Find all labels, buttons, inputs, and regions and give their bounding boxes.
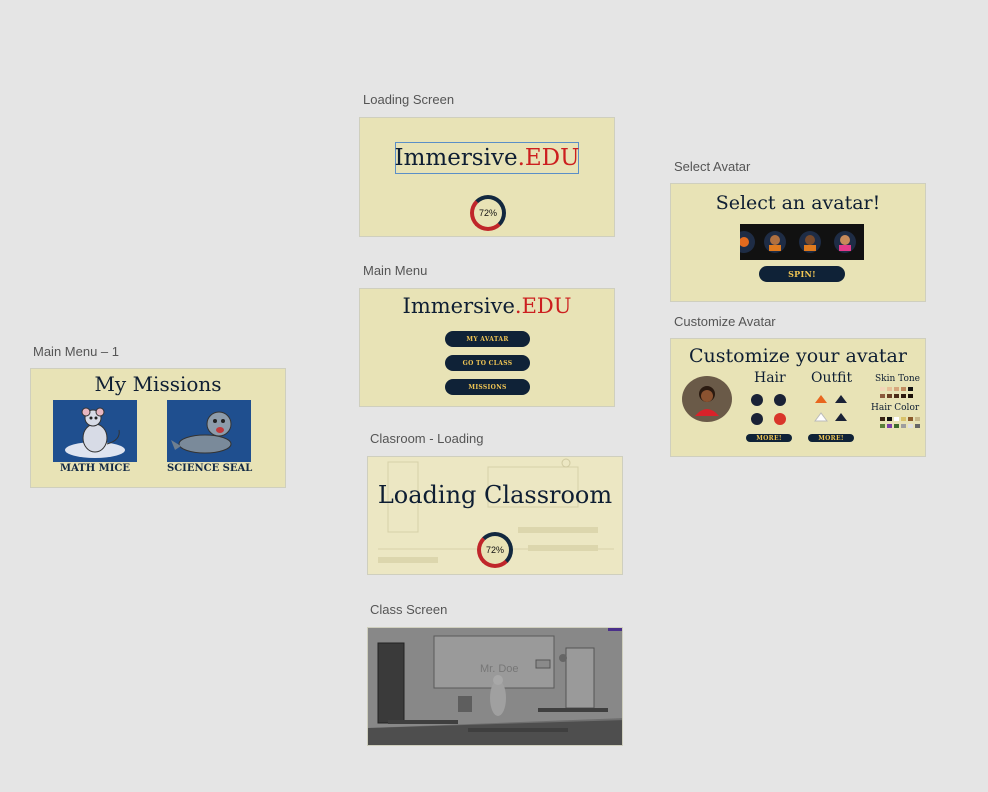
hair-color-swatch[interactable]	[894, 417, 899, 421]
artboard-class-screen[interactable]: Mr. Doe	[367, 627, 623, 746]
outfit-label: Outfit	[811, 370, 853, 386]
avatar-preview-icon	[695, 386, 719, 416]
artboard-label-classroom-loading: Clasroom - Loading	[370, 431, 484, 446]
my-avatar-button[interactable]: MY AVATAR	[445, 331, 530, 347]
hair-color-swatch[interactable]	[908, 424, 913, 428]
page-title: My Missions	[94, 372, 222, 396]
spin-button[interactable]: SPIN!	[759, 266, 845, 282]
hair-more-button[interactable]: MORE!	[746, 434, 792, 442]
artboard-label-main-menu-1: Main Menu – 1	[33, 344, 119, 359]
skin-tone-swatch[interactable]	[894, 394, 899, 398]
board-text: Mr. Doe	[480, 663, 519, 675]
skin-tone-swatch[interactable]	[894, 387, 899, 391]
avatar-carousel[interactable]	[733, 224, 864, 260]
progress-label: 72%	[485, 545, 504, 555]
outfit-options[interactable]	[811, 391, 857, 429]
hair-color-swatch[interactable]	[915, 424, 920, 428]
brand-main: Immersive	[402, 294, 515, 318]
artboard-label-customize-avatar: Customize Avatar	[674, 314, 776, 329]
classroom-scene	[368, 628, 622, 745]
skin-tone-label: Skin Tone	[875, 374, 920, 384]
hair-color-swatch[interactable]	[894, 424, 899, 428]
hair-color-swatch[interactable]	[880, 417, 885, 421]
hair-label: Hair	[754, 370, 786, 386]
skin-tone-swatch[interactable]	[880, 394, 885, 398]
skin-tone-swatch[interactable]	[887, 387, 892, 391]
skin-tone-swatch[interactable]	[887, 394, 892, 398]
brand-edu: EDU	[524, 145, 580, 171]
select-avatar-title: Select an avatar!	[715, 192, 881, 214]
brand-dot: .	[517, 145, 525, 171]
progress-ring: 72%	[477, 532, 513, 568]
artboard-loading-screen[interactable]: Immersive. EDU 72%	[359, 117, 615, 237]
avatar-icons	[733, 231, 856, 253]
skin-tone-swatch[interactable]	[880, 387, 885, 391]
artboard-label-main-menu: Main Menu	[363, 263, 428, 278]
skin-tone-swatches[interactable]	[880, 387, 920, 401]
science-seal-card[interactable]	[167, 400, 251, 462]
outfit-more-button[interactable]: MORE!	[808, 434, 854, 442]
skin-tone-swatch[interactable]	[901, 394, 906, 398]
artboard-select-avatar[interactable]: Select an avatar! SPIN!	[670, 183, 926, 302]
hair-color-swatch[interactable]	[901, 417, 906, 421]
seal-icon	[171, 411, 232, 454]
avatar-preview	[682, 376, 732, 422]
progress-ring: 72%	[470, 195, 506, 231]
mouse-icon	[65, 407, 125, 458]
artboard-label-select-avatar: Select Avatar	[674, 159, 751, 174]
brand-dot: .	[514, 294, 522, 318]
hair-options[interactable]	[747, 391, 793, 429]
progress-label: 72%	[478, 208, 497, 218]
skin-tone-swatch[interactable]	[908, 387, 913, 391]
loading-classroom-title: Loading Classroom	[377, 481, 613, 509]
customize-avatar-title: Customize your avatar	[689, 345, 907, 367]
artboard-customize-avatar[interactable]: Customize your avatar Hair MORE! Outfit …	[670, 338, 926, 457]
math-mice-label[interactable]: MATH MICE	[60, 463, 130, 474]
brand-logo: Immersive.EDU	[360, 294, 614, 318]
artboard-label-class-screen: Class Screen	[370, 602, 448, 617]
brand-edu: EDU	[521, 294, 572, 318]
artboard-main-menu[interactable]: Immersive.EDU MY AVATAR GO TO CLASS MISS…	[359, 288, 615, 407]
hair-color-swatch[interactable]	[908, 417, 913, 421]
artboard-label-loading: Loading Screen	[363, 92, 455, 107]
hair-color-label: Hair Color	[871, 403, 920, 413]
hair-color-swatch[interactable]	[887, 424, 892, 428]
brand-main: Immersive	[394, 145, 518, 171]
hair-color-swatch[interactable]	[880, 424, 885, 428]
hair-color-swatch[interactable]	[915, 417, 920, 421]
artboard-my-missions[interactable]: My Missions MATH MICE SCIENCE SEAL	[30, 368, 286, 488]
go-to-class-button[interactable]: GO TO CLASS	[445, 355, 530, 371]
artboard-classroom-loading[interactable]: Loading Classroom 72%	[367, 456, 623, 575]
math-mice-card[interactable]	[53, 400, 137, 462]
science-seal-label[interactable]: SCIENCE SEAL	[167, 463, 252, 474]
missions-button[interactable]: MISSIONS	[445, 379, 530, 395]
brand-logo: Immersive.EDU	[394, 142, 580, 174]
hair-color-swatch[interactable]	[901, 424, 906, 428]
skin-tone-swatch[interactable]	[908, 394, 913, 398]
hair-color-swatch[interactable]	[887, 417, 892, 421]
skin-tone-swatch[interactable]	[901, 387, 906, 391]
hair-color-swatches[interactable]	[880, 417, 920, 431]
